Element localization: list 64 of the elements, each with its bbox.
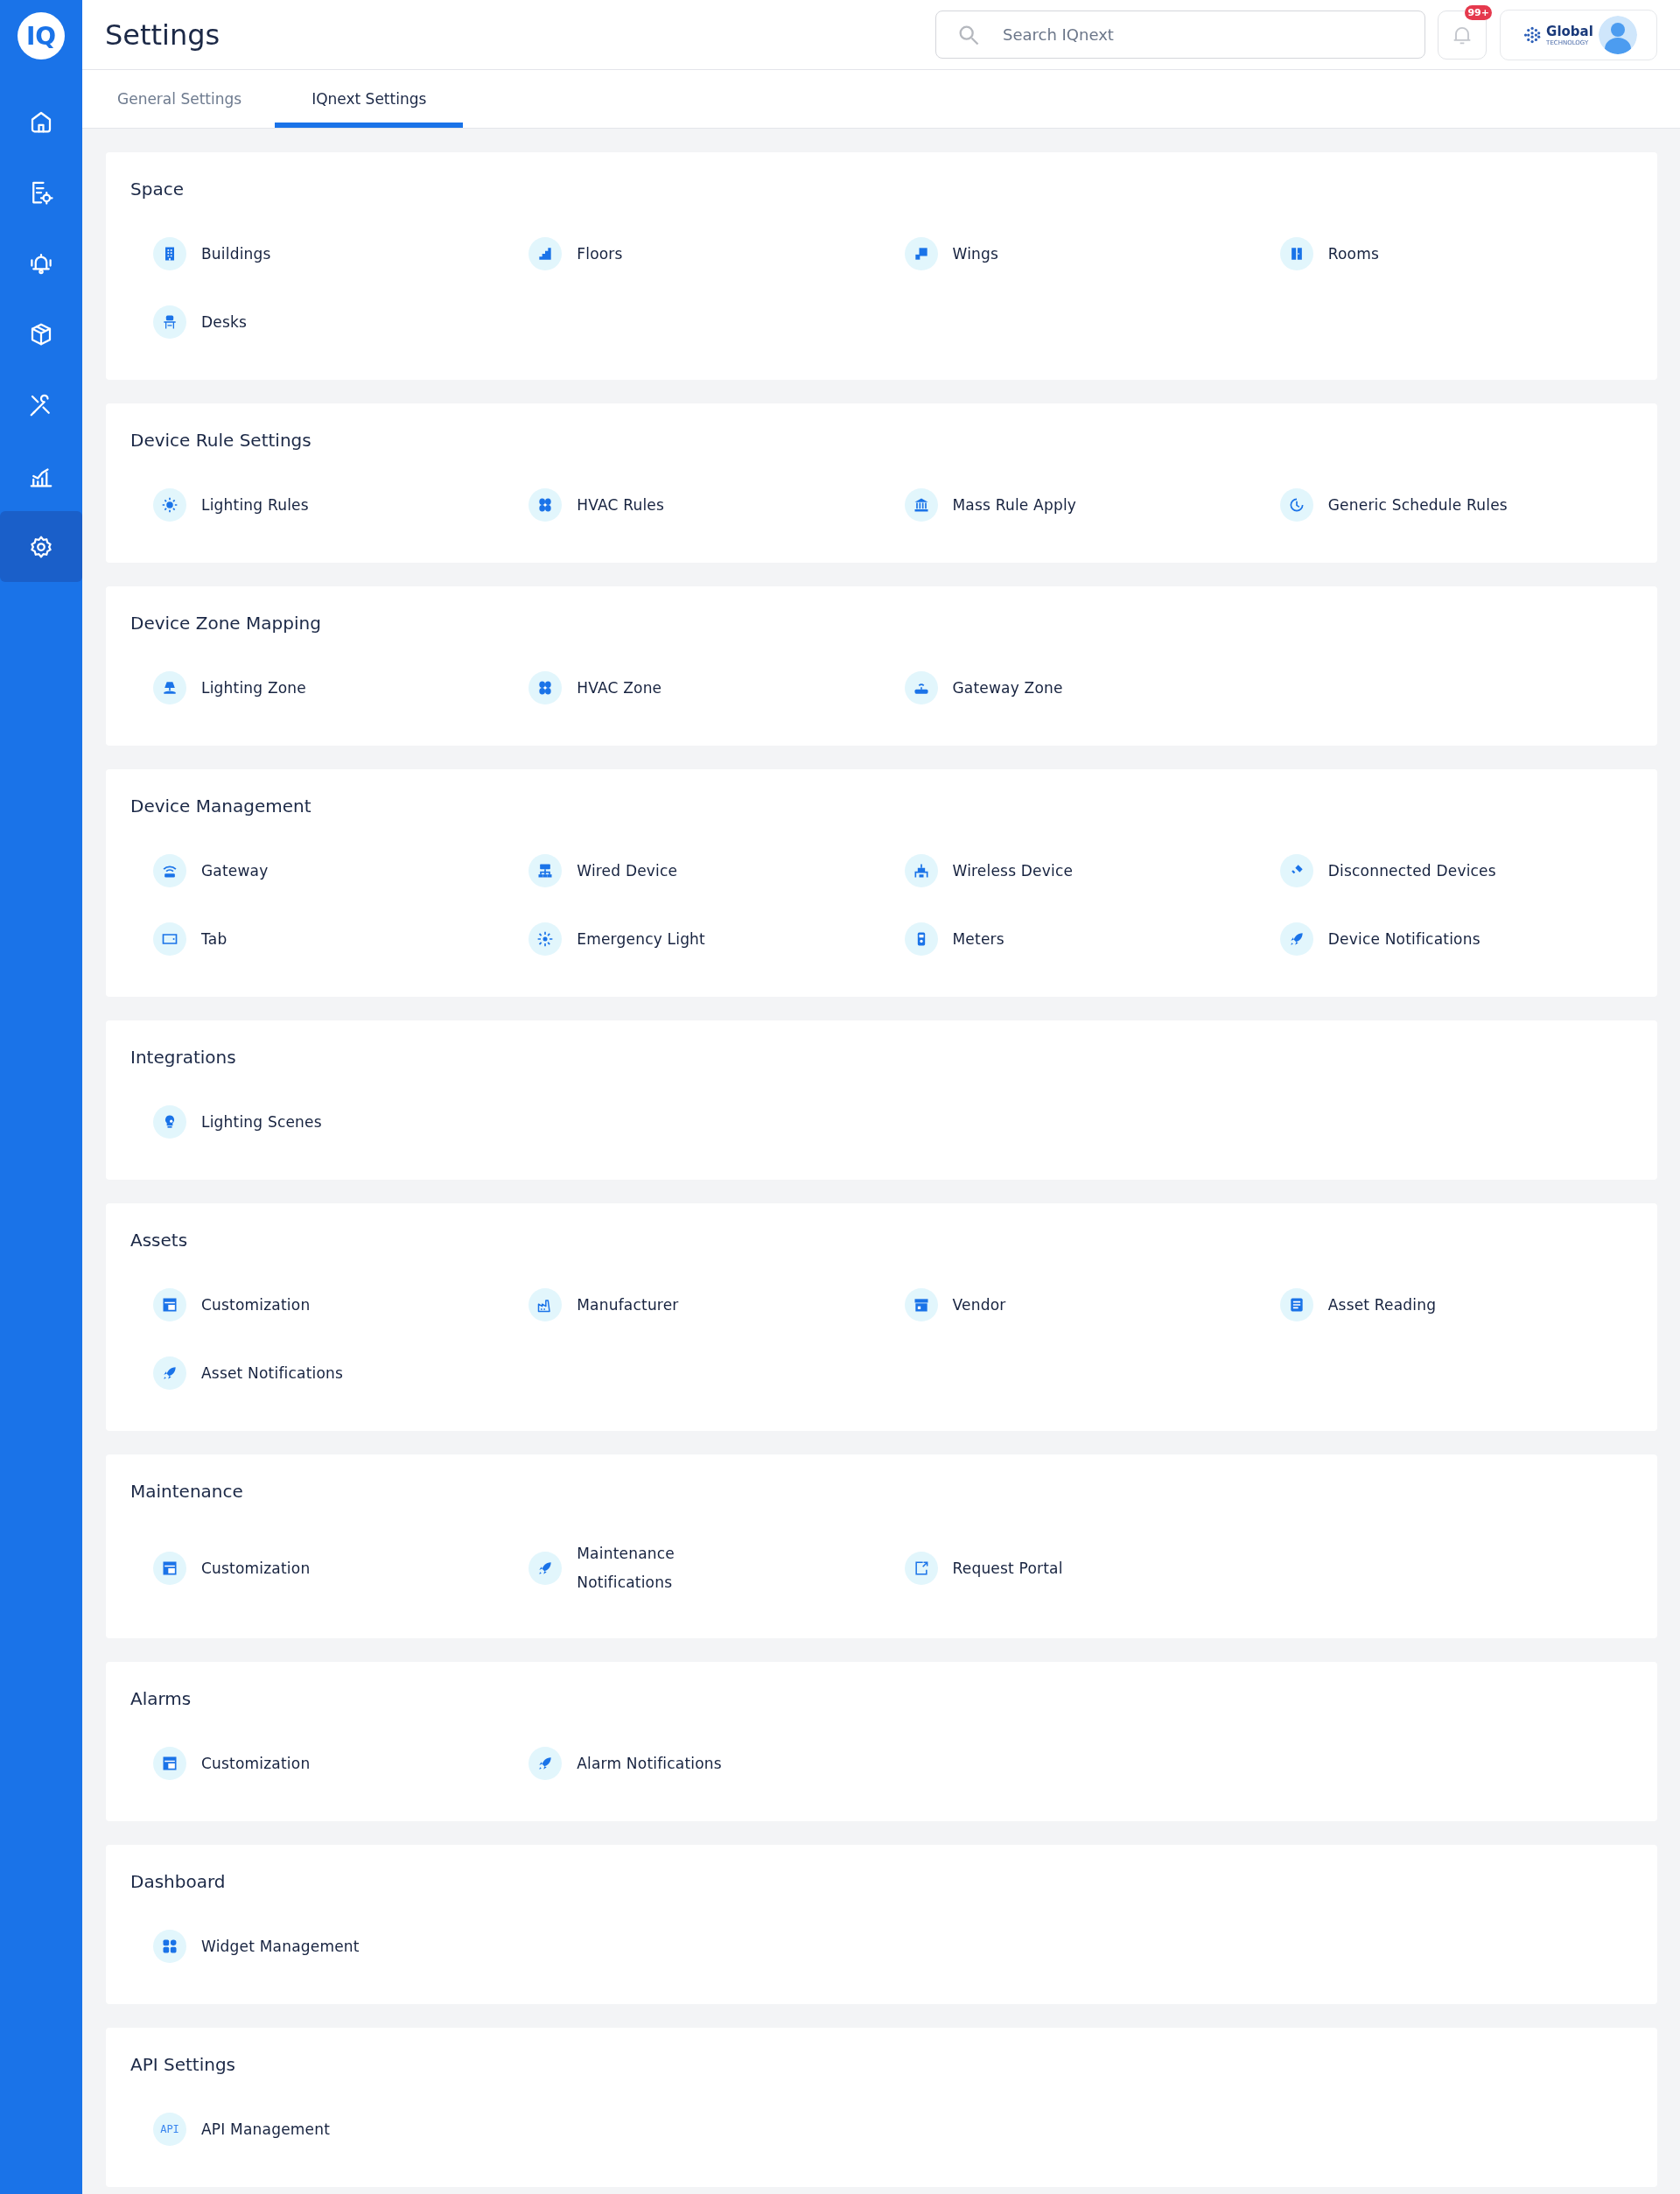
section-title: Integrations (130, 1047, 237, 1068)
sparkle-light-icon (536, 930, 555, 948)
settings-link[interactable]: Asset Notifications (201, 1358, 344, 1388)
settings-link[interactable]: Manufacturer (577, 1290, 679, 1320)
settings-link[interactable]: HVAC Rules (577, 490, 665, 520)
settings-link[interactable]: Lighting Rules (201, 490, 309, 520)
search-field[interactable]: Search IQnext (935, 11, 1425, 59)
tab[interactable]: General Settings (117, 70, 276, 128)
settings-link[interactable]: Vendor (952, 1290, 1006, 1320)
settings-link[interactable]: Tab (201, 924, 228, 954)
section-title: Space (130, 179, 185, 200)
notifications-button[interactable] (1438, 10, 1487, 60)
settings-link[interactable]: Gateway (201, 856, 269, 886)
widgets-icon (161, 1938, 178, 1955)
settings-link[interactable]: Widget Management (201, 1931, 360, 1961)
sidebar-item[interactable] (0, 511, 82, 582)
layout-icon (161, 1296, 178, 1314)
settings-link[interactable]: Disconnected Devices (1327, 856, 1496, 886)
settings-link[interactable]: API Management (201, 2114, 331, 2144)
settings-link[interactable]: Mass Rule Apply (952, 490, 1077, 520)
settings-link[interactable]: Customization (201, 1290, 311, 1320)
section-title: Maintenance (130, 1481, 244, 1502)
settings-link[interactable]: Device Notifications (1327, 924, 1480, 954)
layout-icon (161, 1755, 178, 1772)
api-icon: API (160, 2123, 179, 2135)
tab[interactable]: IQnext Settings (275, 70, 464, 128)
rocket-icon (161, 1364, 178, 1382)
notification-badge: 99+ (1465, 4, 1492, 20)
lamp-icon (161, 679, 178, 697)
settings-link[interactable]: Desks (201, 307, 248, 337)
page-title: Settings (105, 18, 221, 52)
settings-link[interactable]: Floors (577, 239, 623, 269)
section-title: Device Zone Mapping (130, 613, 322, 634)
section-title: Device Management (130, 796, 312, 817)
settings-link[interactable]: Generic Schedule Rules (1327, 490, 1508, 520)
sun-icon (161, 496, 178, 514)
settings-link[interactable]: Buildings (201, 239, 271, 269)
settings-link[interactable]: Gateway Zone (952, 673, 1063, 703)
layout-icon (161, 1560, 178, 1577)
section-title: API Settings (130, 2054, 237, 2075)
logo: IQ (18, 12, 65, 60)
settings-link[interactable]: Wireless Device (952, 856, 1074, 886)
settings-link[interactable]: Meters (952, 924, 1004, 954)
settings-link[interactable]: Asset Reading (1327, 1290, 1437, 1320)
settings-link[interactable]: Wired Device (577, 856, 678, 886)
network-icon (536, 862, 555, 880)
settings-link[interactable]: Lighting Scenes (201, 1107, 322, 1137)
settings-link[interactable]: Emergency Light (577, 924, 705, 954)
section-title: Alarms (130, 1688, 192, 1709)
settings-link[interactable]: Wings (952, 239, 999, 269)
settings-link[interactable]: HVAC Zone (577, 673, 662, 703)
brand-name: Global (1546, 23, 1593, 39)
settings-link[interactable]: Request Portal (952, 1553, 1063, 1583)
settings-link[interactable]: Customization (201, 1553, 311, 1583)
settings-link[interactable]: Maintenance Notifications (577, 1539, 675, 1597)
settings-link[interactable]: Rooms (1327, 239, 1380, 269)
settings-link[interactable]: Alarm Notifications (577, 1749, 722, 1778)
section-title: Assets (130, 1230, 189, 1251)
section-title: Device Rule Settings (130, 430, 312, 451)
section-title: Dashboard (130, 1871, 227, 1892)
avatar (1598, 15, 1637, 54)
settings-link[interactable]: Lighting Zone (201, 673, 306, 703)
settings-link[interactable]: Customization (201, 1749, 311, 1778)
desk-icon (161, 313, 178, 331)
